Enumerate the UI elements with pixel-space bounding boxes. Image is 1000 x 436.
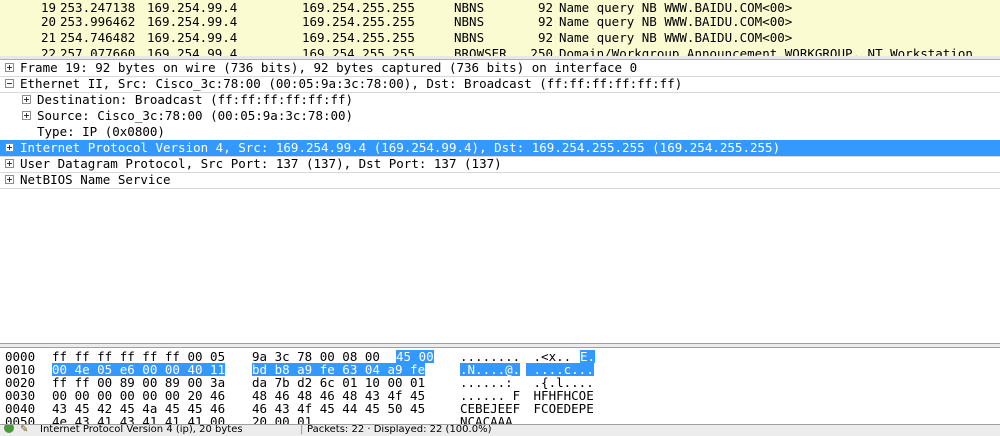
packet-row[interactable]: 21 254.746482 169.254.99.4 169.254.255.255 N… [0, 30, 1000, 46]
tree-item-label: Frame 19: 92 bytes on wire (736 bits), 9… [20, 60, 638, 75]
expand-icon[interactable] [5, 143, 14, 152]
packet-info: Name query NB WWW.BAIDU.COM<00> [559, 14, 793, 29]
packet-length: 92 [537, 30, 553, 45]
packet-destination: 169.254.255.255 [302, 30, 415, 45]
packet-time: 253.996462 [60, 14, 136, 29]
tree-item[interactable]: User Datagram Protocol, Src Port: 137 (1… [0, 156, 1000, 173]
tree-item[interactable]: Internet Protocol Version 4, Src: 169.25… [0, 140, 1000, 157]
tree-item[interactable]: Destination: Broadcast (ff:ff:ff:ff:ff:f… [0, 92, 1000, 108]
tree-item[interactable]: Source: Cisco_3c:78:00 (00:05:9a:3c:78:0… [0, 108, 1000, 124]
tree-item[interactable]: NetBIOS Name Service [0, 172, 1000, 189]
tree-item[interactable]: Ethernet II, Src: Cisco_3c:78:00 (00:05:… [0, 76, 1000, 93]
tree-item-label: Ethernet II, Src: Cisco_3c:78:00 (00:05:… [20, 76, 683, 91]
expand-icon[interactable] [5, 63, 14, 72]
packet-source: 169.254.99.4 [147, 30, 238, 45]
hex-offset: 0050 [5, 414, 36, 424]
ascii-group-2: .. [526, 414, 557, 424]
collapse-icon[interactable] [5, 79, 14, 88]
ascii-group-1: NCACAAA. [460, 414, 521, 424]
packet-protocol: NBNS [454, 14, 485, 29]
hex-bytes-group-2: 20 00 01 [252, 414, 313, 424]
packet-no: 21 [40, 30, 56, 45]
tree-item[interactable]: Frame 19: 92 bytes on wire (736 bits), 9… [0, 60, 1000, 77]
packet-no: 20 [40, 14, 56, 29]
edit-comment-icon[interactable]: ✎ [20, 425, 28, 436]
packet-source: 169.254.99.4 [147, 14, 238, 29]
hex-bytes-group-1: 4e 43 41 43 41 41 41 00 [52, 414, 226, 424]
packet-protocol: NBNS [454, 30, 485, 45]
packet-length: 92 [537, 14, 553, 29]
expand-icon[interactable] [22, 111, 31, 120]
expert-info-icon[interactable] [4, 425, 14, 433]
tree-item-label: NetBIOS Name Service [20, 172, 171, 187]
packet-bytes-pane[interactable]: 0000 ff ff ff ff ff ff 00 05 9a 3c 78 00 0… [0, 348, 1000, 424]
tree-item-label: Destination: Broadcast (ff:ff:ff:ff:ff:f… [37, 92, 354, 107]
expand-icon[interactable] [5, 159, 14, 168]
tree-item-label: User Datagram Protocol, Src Port: 137 (1… [20, 156, 502, 171]
status-separator: | [300, 424, 304, 435]
packet-info: Name query NB WWW.BAIDU.COM<00> [559, 30, 793, 45]
tree-item[interactable]: Type: IP (0x0800) [0, 124, 1000, 140]
tree-item-label: Source: Cisco_3c:78:00 (00:05:9a:3c:78:0… [37, 108, 354, 123]
tree-item-label: Type: IP (0x0800) [37, 124, 165, 139]
packet-row[interactable]: 20 253.996462 169.254.99.4 169.254.255.255 N… [0, 14, 1000, 30]
packet-details-tree[interactable]: Frame 19: 92 bytes on wire (736 bits), 9… [0, 60, 1000, 343]
expand-icon[interactable] [22, 95, 31, 104]
status-bar: ✎ Internet Protocol Version 4 (ip), 20 b… [0, 424, 1000, 436]
status-field-info: Internet Protocol Version 4 (ip), 20 byt… [40, 424, 243, 435]
tree-item-label: Internet Protocol Version 4, Src: 169.25… [20, 140, 781, 155]
expand-icon[interactable] [5, 175, 14, 184]
packet-time: 254.746482 [60, 30, 136, 45]
packet-list[interactable]: 19 253.247138 169.254.99.4 169.254.255.255 N… [0, 0, 1000, 57]
status-packets: Packets: 22 · Displayed: 22 (100.0%) [307, 424, 492, 435]
packet-destination: 169.254.255.255 [302, 14, 415, 29]
